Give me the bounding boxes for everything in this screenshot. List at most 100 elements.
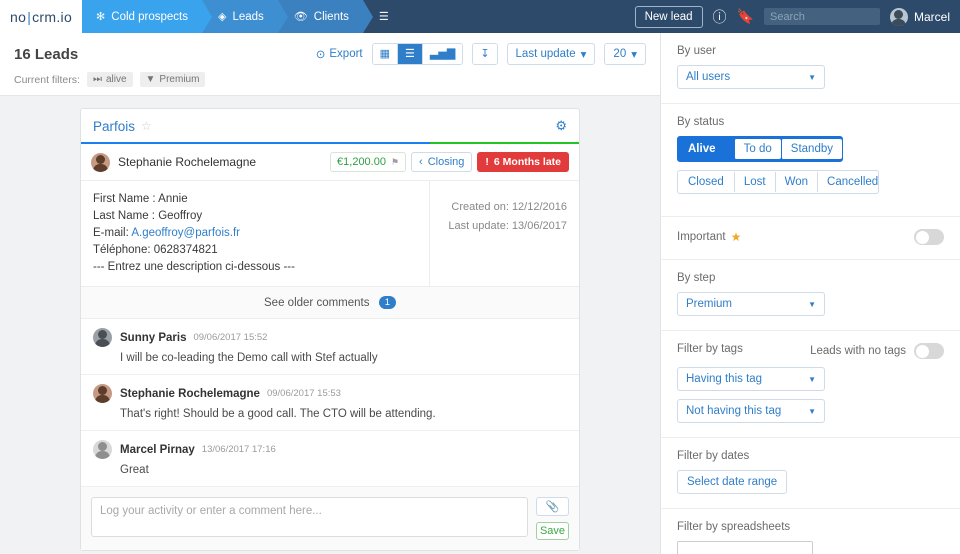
attachment-icon[interactable]: 📎 bbox=[536, 497, 569, 516]
sort-group: ↧ bbox=[472, 43, 497, 65]
lead-info-row: First Name : Annie Last Name : Geoffroy … bbox=[81, 181, 579, 287]
lead-title-link[interactable]: Parfois bbox=[93, 119, 135, 134]
main-content: 16 Leads ⊙ Export ▦ ☰ ▃▅▇ ↧ bbox=[0, 33, 660, 554]
lead-meta: Created on: 12/12/2016 Last update: 13/0… bbox=[429, 181, 579, 286]
diamond-icon: ◈ bbox=[218, 10, 226, 23]
status-button-closed[interactable]: Closed bbox=[678, 171, 734, 193]
gear-icon[interactable]: ⚙ bbox=[555, 118, 567, 134]
flag-icon: ⚑ bbox=[391, 157, 399, 168]
nav-tab-clients[interactable]: 👁 Clients bbox=[278, 0, 363, 33]
lead-cards-list: Parfois ☆ ⚙ Stephanie Rochelemagne €1 bbox=[0, 96, 660, 554]
page-title: 16 Leads bbox=[14, 46, 78, 63]
comment-item: Stephanie Rochelemagne 09/06/2017 15:53 … bbox=[81, 375, 579, 431]
not-having-tag-value: Not having this tag bbox=[686, 405, 781, 417]
sort-field-dropdown[interactable]: Last update ▾ bbox=[507, 43, 596, 65]
status-row-closed: Closed Lost Won Cancelled bbox=[677, 170, 944, 194]
by-user-dropdown[interactable]: All users ▼ bbox=[677, 65, 825, 89]
nav-tab-cold-prospects[interactable]: ✻ Cold prospects bbox=[82, 0, 202, 33]
lead-email-label: E-mail: bbox=[93, 227, 131, 239]
export-button[interactable]: ⊙ Export bbox=[316, 47, 363, 61]
lead-step-button[interactable]: ‹ Closing bbox=[411, 152, 472, 172]
save-button[interactable]: Save bbox=[536, 522, 569, 540]
toolbar-actions: ⊙ Export ▦ ☰ ▃▅▇ ↧ Last update bbox=[316, 43, 646, 65]
spreadsheets-input[interactable] bbox=[677, 541, 813, 554]
status-button-cancelled[interactable]: Cancelled bbox=[817, 172, 879, 192]
view-chart-button[interactable]: ▃▅▇ bbox=[423, 44, 462, 64]
comment-timestamp: 13/06/2017 17:16 bbox=[202, 444, 276, 455]
tags-header-row: Filter by tags Leads with no tags bbox=[677, 343, 944, 363]
lead-last-name: Last Name : Geoffroy bbox=[93, 208, 417, 225]
comment-author: Sunny Paris bbox=[120, 332, 186, 344]
avatar bbox=[890, 8, 908, 26]
comment-text: That's right! Should be a good call. The… bbox=[120, 408, 567, 420]
having-tag-value: Having this tag bbox=[686, 373, 762, 385]
progress-segment-blue bbox=[81, 142, 430, 144]
status-button-todo[interactable]: To do bbox=[734, 139, 781, 159]
status-group-closed: Closed Lost Won Cancelled bbox=[677, 170, 879, 194]
lead-step-label: Closing bbox=[428, 156, 465, 168]
lead-email-link[interactable]: A.geoffroy@parfois.fr bbox=[131, 227, 240, 239]
search-input[interactable] bbox=[764, 8, 880, 25]
comment-header: Stephanie Rochelemagne 09/06/2017 15:53 bbox=[93, 384, 567, 403]
lead-actions: €1,200.00 ⚑ ‹ Closing ! 6 Months late bbox=[330, 152, 569, 172]
alert-icon: ! bbox=[485, 156, 489, 168]
logo-text-crm: crm bbox=[32, 9, 56, 25]
no-tags-toggle[interactable] bbox=[914, 343, 944, 359]
filter-label-tags: Filter by tags bbox=[677, 343, 743, 355]
star-icon[interactable]: ☆ bbox=[141, 119, 152, 133]
chevron-down-icon: ▼ bbox=[808, 300, 816, 309]
lead-details: First Name : Annie Last Name : Geoffroy … bbox=[81, 181, 429, 286]
filter-chip-alive[interactable]: ⏭ alive bbox=[87, 72, 133, 87]
chevron-left-icon: ‹ bbox=[419, 156, 423, 168]
not-having-tag-dropdown[interactable]: Not having this tag ▼ bbox=[677, 399, 825, 423]
sort-direction-button[interactable]: ↧ bbox=[473, 44, 496, 64]
status-button-standby[interactable]: Standby bbox=[781, 139, 842, 159]
comment-timestamp: 09/06/2017 15:52 bbox=[193, 332, 267, 343]
comment-input[interactable] bbox=[91, 497, 528, 537]
export-icon: ⊙ bbox=[316, 47, 326, 61]
forward-icon: ⏭ bbox=[93, 74, 102, 85]
important-row: Important ★ bbox=[677, 229, 944, 245]
lead-late-badge[interactable]: ! 6 Months late bbox=[477, 152, 569, 172]
having-tag-dropdown[interactable]: Having this tag ▼ bbox=[677, 367, 825, 391]
sort-field-label: Last update bbox=[516, 48, 576, 60]
comment-text: I will be co-leading the Demo call with … bbox=[120, 352, 567, 364]
user-menu[interactable]: Marcel bbox=[890, 8, 950, 26]
comment-item: Sunny Paris 09/06/2017 15:52 I will be c… bbox=[81, 319, 579, 375]
chevron-down-icon: ▼ bbox=[808, 375, 816, 384]
lead-owner-name: Stephanie Rochelemagne bbox=[118, 155, 256, 169]
important-toggle[interactable] bbox=[914, 229, 944, 245]
filter-label-by-step: By step bbox=[677, 272, 944, 284]
filter-chip-premium[interactable]: ▼ Premium bbox=[140, 72, 206, 87]
nav-tab-leads[interactable]: ◈ Leads bbox=[202, 0, 278, 33]
by-step-dropdown[interactable]: Premium ▼ bbox=[677, 292, 825, 316]
lead-description-hint: --- Entrez une description ci-dessous --… bbox=[93, 259, 417, 276]
bookmark-icon[interactable]: 🔖 bbox=[737, 8, 754, 25]
app-root: no|crm.io ✻ Cold prospects ◈ Leads 👁 Cli… bbox=[0, 0, 960, 554]
see-older-comments-button[interactable]: See older comments 1 bbox=[81, 287, 579, 319]
body-wrapper: 16 Leads ⊙ Export ▦ ☰ ▃▅▇ ↧ bbox=[0, 33, 960, 554]
view-list-button[interactable]: ☰ bbox=[398, 44, 423, 64]
page-size-dropdown[interactable]: 20 ▾ bbox=[604, 43, 646, 65]
filter-section-by-step: By step Premium ▼ bbox=[661, 260, 960, 331]
lead-card-parfois: Parfois ☆ ⚙ Stephanie Rochelemagne €1 bbox=[80, 108, 580, 551]
important-label-group: Important ★ bbox=[677, 230, 741, 244]
lead-amount-button[interactable]: €1,200.00 ⚑ bbox=[330, 152, 406, 172]
current-filters-label: Current filters: bbox=[14, 74, 80, 86]
logo-text-io: .io bbox=[56, 9, 72, 25]
filter-label-by-user: By user bbox=[677, 45, 944, 57]
select-date-range-button[interactable]: Select date range bbox=[677, 470, 787, 494]
status-button-won[interactable]: Won bbox=[775, 172, 817, 192]
avatar bbox=[93, 328, 112, 347]
page-size-label: 20 bbox=[613, 48, 626, 60]
status-button-alive[interactable]: Alive bbox=[678, 138, 734, 160]
filter-label-spreadsheets: Filter by spreadsheets bbox=[677, 521, 944, 533]
help-icon[interactable]: ⓘ bbox=[713, 7, 727, 27]
app-logo[interactable]: no|crm.io bbox=[0, 0, 82, 33]
view-grid-button[interactable]: ▦ bbox=[373, 44, 398, 64]
comment-header: Sunny Paris 09/06/2017 15:52 bbox=[93, 328, 567, 347]
avatar bbox=[93, 440, 112, 459]
status-button-lost[interactable]: Lost bbox=[734, 172, 775, 192]
new-lead-button[interactable]: New lead bbox=[635, 6, 703, 28]
lead-card-header: Parfois ☆ ⚙ bbox=[81, 109, 579, 142]
